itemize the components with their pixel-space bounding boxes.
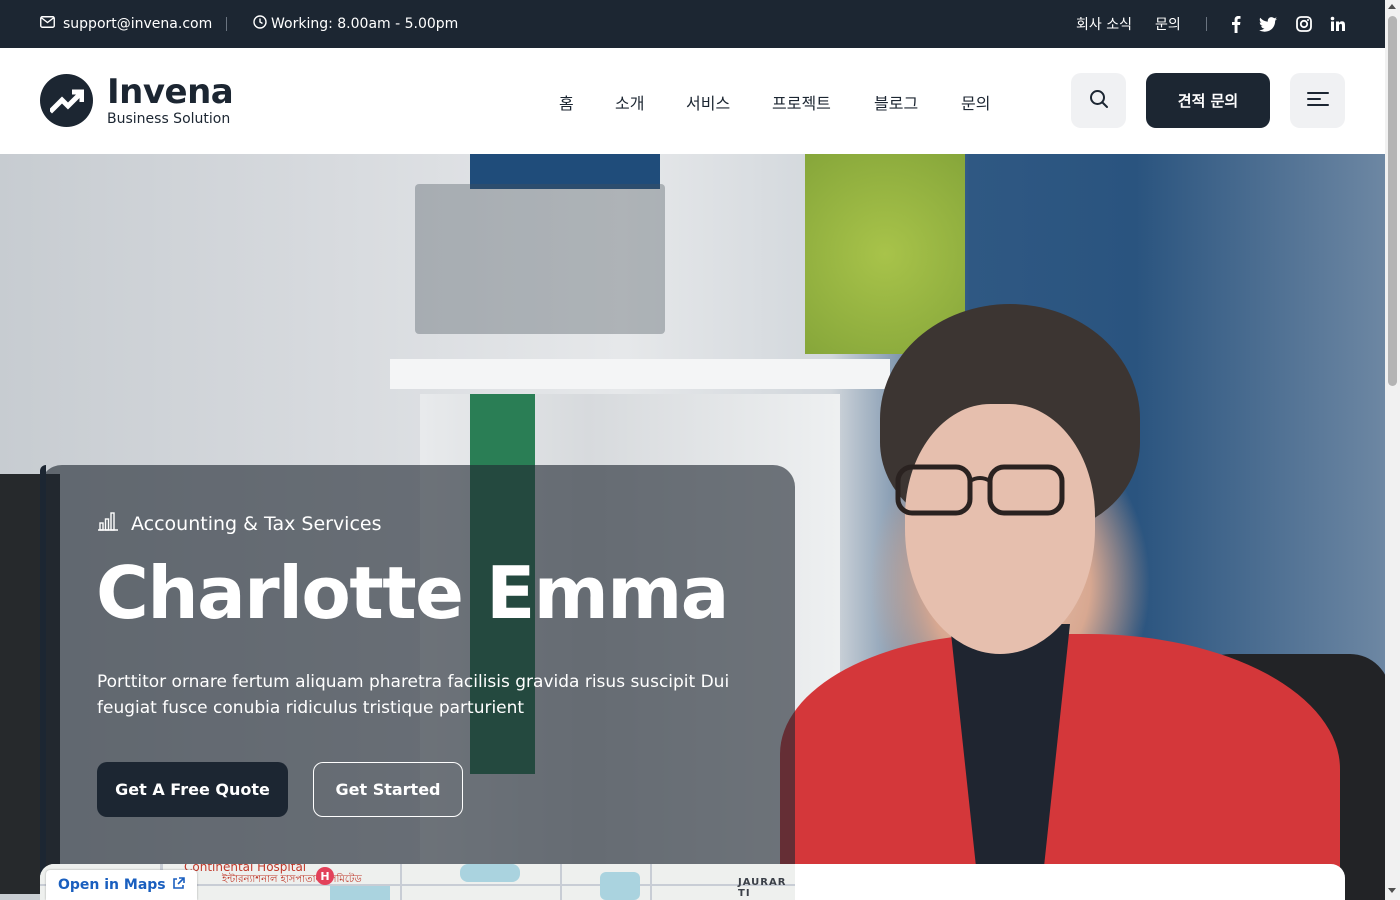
nav-item-blog[interactable]: 블로그 — [874, 90, 918, 114]
topbar-link-contact[interactable]: 문의 — [1155, 0, 1181, 48]
hero-eyebrow: Accounting & Tax Services — [97, 511, 382, 536]
quote-button[interactable]: 견적 문의 — [1146, 73, 1270, 128]
working-hours: Working: 8.00am - 5.00pm — [253, 0, 458, 48]
search-icon — [1089, 89, 1109, 113]
scrollbar-thumb[interactable] — [1388, 16, 1397, 386]
map-area-label: JAURAR TI — [738, 877, 787, 899]
get-free-quote-button[interactable]: Get A Free Quote — [97, 762, 288, 817]
nav-item-home[interactable]: 홈 — [559, 90, 574, 114]
get-started-button[interactable]: Get Started — [313, 762, 463, 817]
menu-button[interactable] — [1290, 73, 1345, 128]
instagram-icon[interactable] — [1294, 14, 1314, 34]
topbar-link-label: 회사 소식 — [1076, 17, 1132, 33]
clock-icon — [253, 15, 267, 33]
logo-name: Invena — [107, 71, 234, 112]
email-link[interactable]: support@invena.com — [40, 0, 212, 48]
mail-icon — [40, 16, 55, 32]
top-bar: support@invena.com Working: 8.00am - 5.0… — [0, 0, 1385, 48]
search-button[interactable] — [1071, 73, 1126, 128]
page-scrollbar[interactable] — [1385, 0, 1400, 900]
twitter-icon[interactable] — [1258, 14, 1278, 34]
hamburger-icon — [1306, 91, 1329, 111]
map-poi-label: Continental Hospital — [184, 864, 307, 874]
logo[interactable]: Invena Business Solution — [40, 71, 234, 127]
embedded-map[interactable]: Continental Hospital ইন্টারন্যাশনাল হাসপ… — [40, 864, 795, 900]
facebook-icon[interactable] — [1226, 14, 1246, 34]
hero-section: Accounting & Tax Services Charlotte Emma… — [0, 154, 1385, 900]
hero-description: Porttitor ornare fertum aliquam pharetra… — [97, 672, 730, 718]
hero-eyebrow-text: Accounting & Tax Services — [131, 512, 382, 535]
open-in-maps-button[interactable]: Open in Maps — [46, 870, 197, 900]
linkedin-icon[interactable] — [1328, 14, 1348, 34]
scroll-down-arrow-icon[interactable] — [1388, 888, 1396, 893]
open-in-maps-label: Open in Maps — [58, 877, 166, 893]
hero-card: Accounting & Tax Services Charlotte Emma… — [40, 465, 795, 900]
hero-title: Charlotte Emma — [96, 551, 729, 635]
logo-mark-icon — [40, 74, 93, 127]
nav-item-about[interactable]: 소개 — [615, 90, 644, 114]
bar-chart-icon — [97, 511, 119, 536]
topbar-link-news[interactable]: 회사 소식 — [1076, 0, 1132, 48]
email-text: support@invena.com — [63, 16, 213, 32]
hospital-pin-icon[interactable]: H — [316, 867, 334, 885]
map-poi-local-label: ইন্টারন্যাশনাল হাসপাতাল লিমিটেড — [222, 874, 362, 885]
topbar-link-label: 문의 — [1155, 17, 1181, 33]
scroll-up-arrow-icon[interactable] — [1388, 4, 1396, 9]
logo-tagline: Business Solution — [107, 110, 231, 127]
external-link-icon — [172, 876, 185, 894]
main-header: Invena Business Solution 홈 소개 서비스 프로젝트 블… — [0, 48, 1385, 154]
hours-text: Working: 8.00am - 5.00pm — [271, 16, 459, 32]
divider — [1206, 17, 1207, 31]
nav-item-projects[interactable]: 프로젝트 — [772, 90, 831, 114]
divider — [226, 17, 227, 31]
nav-item-services[interactable]: 서비스 — [686, 90, 730, 114]
nav-item-contact[interactable]: 문의 — [961, 90, 990, 114]
map-section: Continental Hospital ইন্টারন্যাশনাল হাসপ… — [40, 864, 1345, 900]
